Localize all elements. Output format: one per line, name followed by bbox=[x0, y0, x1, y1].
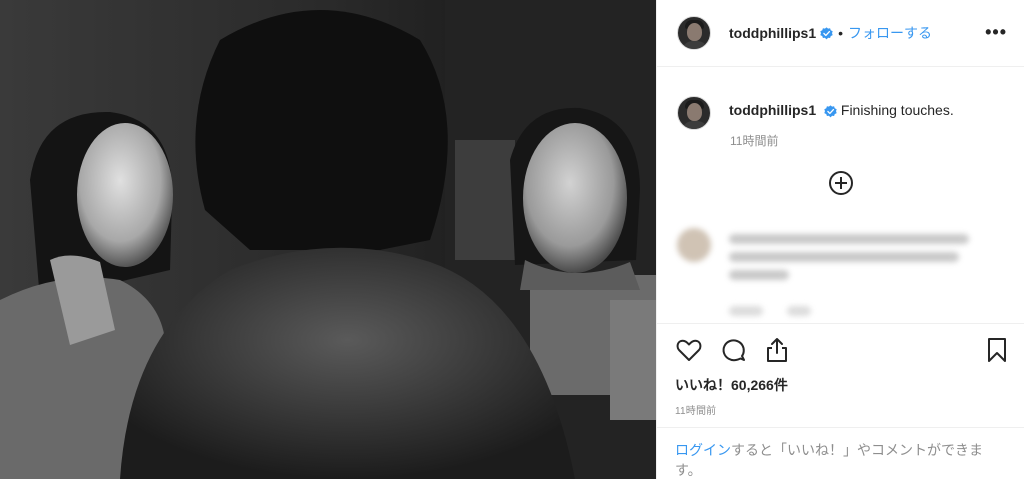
caption-username[interactable]: toddphillips1 bbox=[729, 102, 816, 118]
share-icon[interactable] bbox=[763, 336, 791, 364]
ellipsis-icon[interactable]: ••• bbox=[985, 22, 1007, 43]
author-username[interactable]: toddphillips1 bbox=[729, 25, 816, 41]
follow-button[interactable]: フォローする bbox=[848, 23, 932, 43]
caption-body: Finishing touches. bbox=[840, 102, 954, 118]
login-link[interactable]: ログイン bbox=[675, 442, 731, 458]
login-prompt: ログインすると「いいね！」やコメントができます。 bbox=[657, 427, 1024, 479]
plus-circle-icon[interactable] bbox=[829, 171, 853, 195]
post-side-panel: toddphillips1 • フォローする ••• toddphillips1… bbox=[656, 0, 1024, 479]
caption-timestamp: 11時間前 bbox=[730, 134, 779, 148]
actions-section: いいね！60,266件 11時間前 ログインすると「いいね！」やコメントができま… bbox=[657, 323, 1024, 478]
heart-icon[interactable] bbox=[675, 336, 703, 364]
post-image bbox=[0, 0, 656, 479]
header-separator: • bbox=[838, 25, 844, 41]
verified-badge-icon bbox=[824, 105, 837, 118]
post-header: toddphillips1 • フォローする ••• bbox=[657, 0, 1024, 67]
comment-bubble-icon[interactable] bbox=[719, 336, 747, 364]
comments-area: toddphillips1 Finishing touches. 11時間前 bbox=[657, 68, 1024, 322]
verified-badge-icon bbox=[820, 26, 833, 39]
caption-row: toddphillips1 Finishing touches. bbox=[677, 96, 954, 130]
caption-text: toddphillips1 Finishing touches. bbox=[729, 102, 954, 118]
bookmark-icon[interactable] bbox=[983, 336, 1011, 364]
post-photo[interactable] bbox=[0, 0, 656, 479]
commenter-avatar bbox=[677, 228, 711, 262]
like-count[interactable]: いいね！60,266件 bbox=[675, 375, 788, 395]
caption-avatar[interactable] bbox=[677, 96, 711, 130]
action-icons bbox=[675, 336, 1015, 364]
post-timestamp: 11時間前 bbox=[675, 406, 717, 417]
author-avatar[interactable] bbox=[677, 16, 711, 50]
